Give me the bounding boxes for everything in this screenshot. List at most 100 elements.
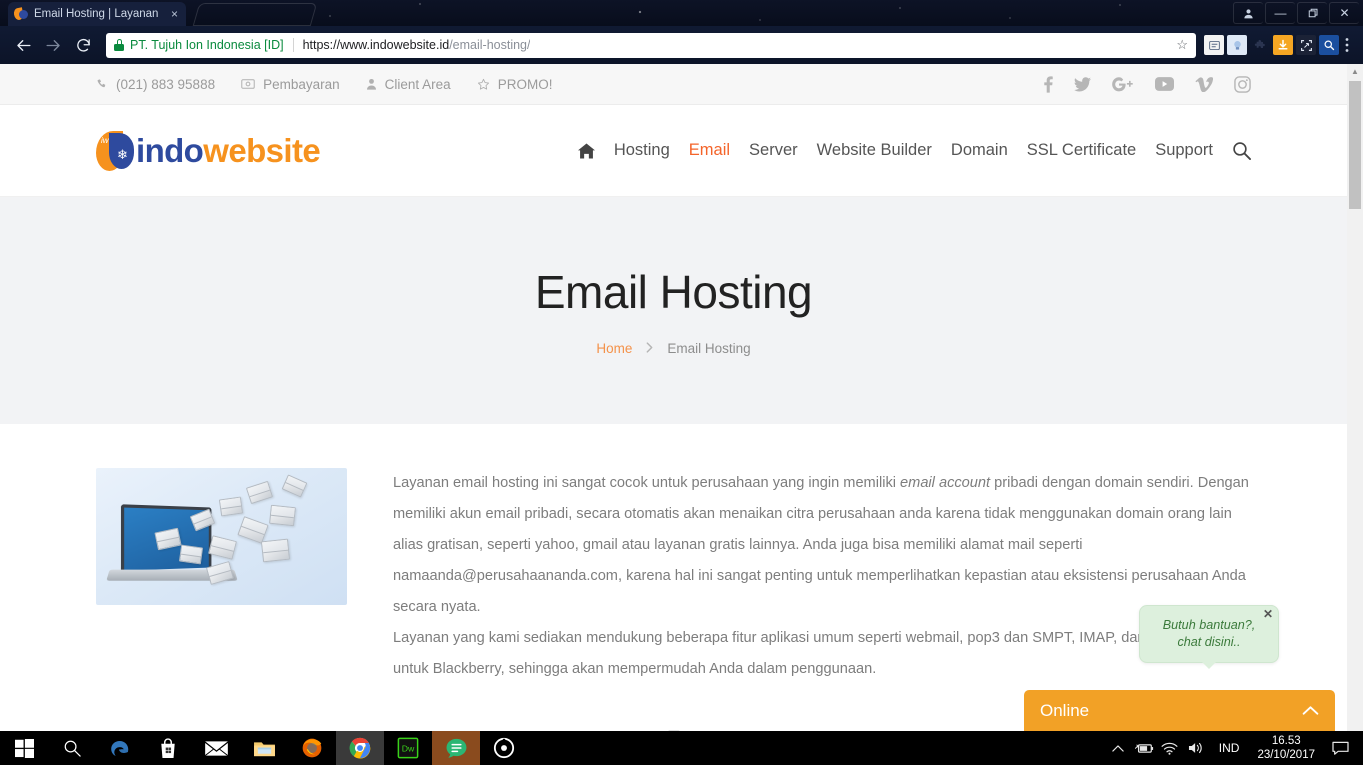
minimize-button[interactable]: — [1265, 2, 1295, 24]
search-icon[interactable] [1232, 141, 1251, 160]
page-title: Email Hosting [534, 266, 813, 318]
profile-button[interactable] [1233, 2, 1263, 24]
lamp-extension-icon[interactable] [1227, 35, 1247, 55]
edge-button[interactable] [96, 731, 144, 765]
logo-text-website: website [203, 131, 321, 169]
nav-item-domain[interactable]: Domain [951, 141, 1008, 160]
vimeo-icon[interactable] [1195, 76, 1213, 92]
page-hero: Email Hosting Home Email Hosting [0, 197, 1347, 424]
content-paragraph-1: Layanan email hosting ini sangat cocok u… [393, 468, 1251, 623]
battery-icon[interactable] [1131, 731, 1157, 765]
search-extension-icon[interactable] [1319, 35, 1339, 55]
browser-window: Email Hosting | Layanan × — ✕ PT. Tujuh … [0, 0, 1363, 731]
action-center-icon[interactable] [1323, 731, 1357, 765]
scroll-up-icon[interactable]: ▲ [1347, 64, 1363, 78]
site-header: iw ❄ indowebsite Hosting Email Server We… [0, 105, 1347, 197]
system-tray: IND 16.53 23/10/2017 [1105, 731, 1363, 765]
chrome-button[interactable] [336, 731, 384, 765]
utility-link-client-area[interactable]: Client Area [366, 77, 451, 92]
tab-close-icon[interactable]: × [169, 8, 180, 20]
utility-link-phone[interactable]: (021) 883 95888 [96, 77, 215, 92]
nav-item-website-builder[interactable]: Website Builder [817, 141, 932, 160]
new-tab-area[interactable] [192, 3, 318, 26]
firefox-button[interactable] [288, 731, 336, 765]
breadcrumb-current: Email Hosting [667, 341, 751, 356]
start-button[interactable] [0, 731, 48, 765]
windows-taskbar: Dw IND 16.53 23/10/2017 [0, 731, 1363, 765]
page-scrollbar[interactable]: ▲ [1347, 64, 1363, 731]
utility-link-promo[interactable]: PROMO! [477, 76, 553, 92]
omnibox-separator [292, 38, 294, 52]
chat-app-button[interactable] [432, 731, 480, 765]
browser-toolbar: PT. Tujuh Ion Indonesia [ID] https://www… [0, 26, 1363, 64]
browser-tab[interactable]: Email Hosting | Layanan × [8, 2, 186, 26]
paragraph1-part-b: pribadi dengan domain sendiri. Dengan me… [393, 475, 1249, 615]
show-hidden-icons[interactable] [1105, 731, 1131, 765]
main-navigation: Hosting Email Server Website Builder Dom… [577, 141, 1251, 160]
nav-home-icon[interactable] [577, 142, 595, 159]
puzzle-extension-icon[interactable] [1250, 35, 1270, 55]
lock-icon [114, 39, 124, 51]
svg-text:Dw: Dw [402, 744, 415, 754]
twitter-icon[interactable] [1074, 76, 1091, 92]
chat-tooltip-text: Butuh bantuan?, chat disini.. [1163, 617, 1255, 651]
tab-favicon-icon [13, 7, 28, 21]
screenshot-extension-icon[interactable] [1296, 35, 1316, 55]
taskbar-clock[interactable]: 16.53 23/10/2017 [1249, 734, 1323, 762]
forward-icon[interactable] [38, 30, 68, 60]
extension-toolbar [1204, 35, 1339, 55]
browser-menu-icon[interactable] [1339, 37, 1355, 53]
paragraph1-emphasis: email account [900, 475, 991, 491]
nav-item-email[interactable]: Email [689, 141, 730, 160]
clock-time: 16.53 [1271, 735, 1301, 747]
youtube-icon[interactable] [1155, 77, 1174, 91]
dreamweaver-button[interactable]: Dw [384, 731, 432, 765]
mail-button[interactable] [192, 731, 240, 765]
nav-item-hosting[interactable]: Hosting [614, 141, 670, 160]
scrollbar-thumb[interactable] [1349, 81, 1361, 209]
back-icon[interactable] [8, 30, 38, 60]
language-indicator[interactable]: IND [1209, 741, 1250, 755]
breadcrumb-home[interactable]: Home [596, 341, 632, 356]
site-utility-bar: (021) 883 95888 Pembayaran Client Area P… [0, 64, 1347, 105]
utility-link-client-area-label: Client Area [384, 76, 451, 92]
chat-widget-bar[interactable]: Online [1024, 690, 1335, 731]
logo-text-indo: indo [136, 131, 204, 169]
content-paragraph-2: Layanan yang kami sediakan mendukung beb… [393, 630, 1213, 677]
wifi-icon[interactable] [1157, 731, 1183, 765]
utility-link-pembayaran-label: Pembayaran [263, 76, 340, 92]
restore-button[interactable] [1297, 2, 1327, 24]
explorer-button[interactable] [240, 731, 288, 765]
browser-titlebar: Email Hosting | Layanan × — ✕ [0, 0, 1363, 26]
utility-link-promo-label: PROMO! [497, 76, 553, 92]
chat-tooltip-close-icon[interactable]: ✕ [1263, 608, 1273, 620]
nav-item-support[interactable]: Support [1155, 141, 1213, 160]
media-app-button[interactable] [480, 731, 528, 765]
nav-item-server[interactable]: Server [749, 141, 798, 160]
utility-links: (021) 883 95888 Pembayaran Client Area P… [96, 77, 552, 92]
instagram-icon[interactable] [1234, 75, 1251, 93]
taskbar-search-button[interactable] [48, 731, 96, 765]
chat-tooltip: ✕ Butuh bantuan?, chat disini.. [1139, 605, 1279, 669]
address-bar[interactable]: PT. Tujuh Ion Indonesia [ID] https://www… [106, 32, 1196, 58]
facebook-icon[interactable] [1044, 75, 1053, 93]
window-controls: — ✕ [1231, 2, 1359, 24]
close-button[interactable]: ✕ [1329, 2, 1359, 24]
web-page: (021) 883 95888 Pembayaran Client Area P… [0, 64, 1347, 731]
social-links [1044, 75, 1251, 93]
volume-icon[interactable] [1183, 731, 1209, 765]
breadcrumb: Home Email Hosting [596, 341, 750, 356]
store-button[interactable] [144, 731, 192, 765]
googleplus-icon[interactable] [1112, 76, 1134, 92]
nav-item-ssl-certificate[interactable]: SSL Certificate [1027, 141, 1136, 160]
bookmark-star-icon[interactable]: ☆ [1168, 37, 1188, 53]
logo-badge-text: iw [101, 135, 109, 145]
site-logo[interactable]: iw ❄ indowebsite [96, 130, 321, 171]
reader-extension-icon[interactable] [1204, 35, 1224, 55]
chevron-up-icon[interactable] [1302, 705, 1319, 716]
reload-icon[interactable] [68, 30, 98, 60]
download-extension-icon[interactable] [1273, 35, 1293, 55]
utility-link-pembayaran[interactable]: Pembayaran [241, 77, 340, 92]
logo-wordmark: indowebsite [136, 131, 321, 170]
chevron-right-icon [646, 341, 653, 356]
